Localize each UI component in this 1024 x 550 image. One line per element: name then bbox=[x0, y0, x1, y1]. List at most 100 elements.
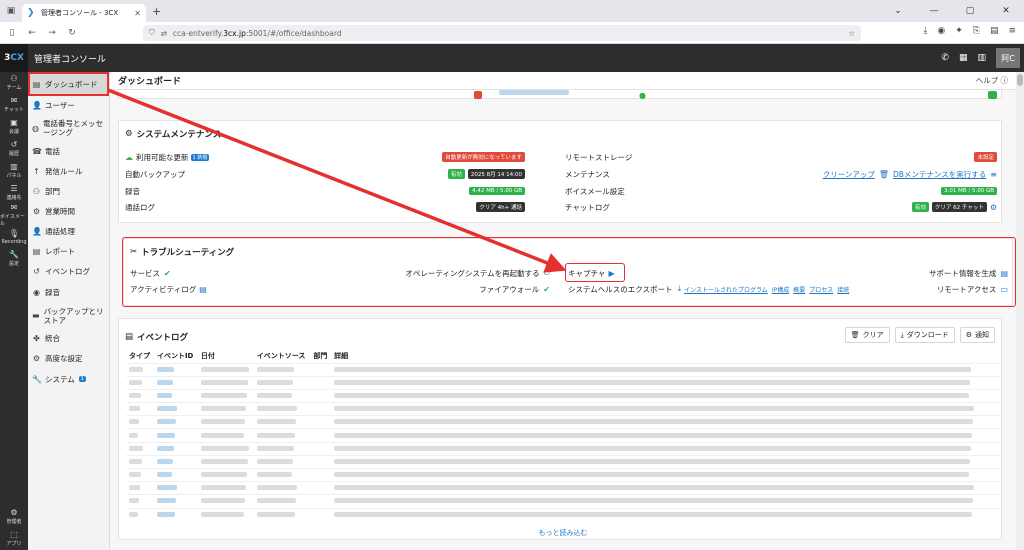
rail-item[interactable]: ▥ パネル bbox=[0, 160, 28, 182]
close-window-button[interactable]: ✕ bbox=[988, 6, 1024, 16]
redacted-value bbox=[334, 366, 972, 372]
sidebar-item-report[interactable]: ▤ レポート bbox=[28, 241, 109, 261]
table-row[interactable] bbox=[126, 362, 1000, 377]
load-more-link[interactable]: もっと読み込む bbox=[110, 528, 1016, 538]
chat-icon: ✉ bbox=[10, 96, 18, 105]
notify-button[interactable]: ⚙ 通知 bbox=[959, 327, 995, 343]
sidebar-item-arrow-up[interactable]: ↑ 発信ルール bbox=[28, 161, 109, 181]
clear-call-log-badge[interactable]: クリア 4h+ 通話 bbox=[476, 202, 525, 212]
sidebar-item-user[interactable]: 👤 ユーザー bbox=[28, 96, 109, 114]
reader-icon[interactable]: ▤ bbox=[990, 26, 999, 36]
download-button[interactable]: ⤓ ダウンロード bbox=[894, 327, 955, 343]
table-row[interactable] bbox=[126, 467, 1000, 482]
rail-item[interactable]: 🔧 設定 bbox=[0, 248, 28, 270]
column-header[interactable]: イベントID bbox=[154, 350, 198, 363]
status-link[interactable] bbox=[499, 90, 569, 95]
table-cell bbox=[310, 507, 332, 522]
maximize-button[interactable]: ▢ bbox=[952, 6, 988, 16]
table-cell bbox=[310, 362, 332, 377]
voicemail-usage-badge[interactable]: 3.01 MB / 5.00 GB bbox=[941, 187, 997, 195]
column-header[interactable]: 部門 bbox=[310, 350, 331, 363]
redacted-value bbox=[256, 406, 297, 412]
sidebar-item-puzzle[interactable]: ✤ 統合 bbox=[28, 329, 109, 348]
rail-item[interactable]: ⬚ アプリ bbox=[0, 528, 28, 550]
sidebar-item-history[interactable]: ↺ イベントログ bbox=[28, 261, 109, 282]
table-row[interactable] bbox=[126, 402, 1000, 416]
sidebar-item-phone[interactable]: ☎ 電話 bbox=[28, 142, 109, 161]
backup-enabled-badge[interactable]: 有効 bbox=[447, 169, 465, 179]
lock-icon[interactable]: ⇄ bbox=[161, 29, 167, 38]
rail-item[interactable]: ↺ 履歴 bbox=[0, 138, 28, 160]
sidebar-item-globe[interactable]: ◍ 電話番号とメッセージング bbox=[28, 114, 109, 142]
list-all-tabs-icon[interactable]: ⌄ bbox=[880, 6, 916, 16]
gear-icon[interactable]: ⚙ bbox=[990, 203, 997, 212]
sidebar-item-backup[interactable]: ▬ バックアップとリストア bbox=[28, 302, 109, 329]
clear-button[interactable]: 🗑 クリア bbox=[844, 327, 890, 343]
sidebar-item-advanced[interactable]: ⚙ 高度な設定 bbox=[28, 348, 109, 369]
minimize-button[interactable]: — bbox=[916, 6, 952, 16]
account-icon[interactable]: ◉ bbox=[937, 26, 945, 36]
new-tab-button[interactable]: + bbox=[152, 5, 161, 18]
app-menu-icon[interactable]: ≡ bbox=[1008, 26, 1016, 36]
rail-item[interactable]: 🎙 Recording bbox=[0, 226, 28, 248]
sidebar-item-group[interactable]: ⚇ 部門 bbox=[28, 181, 109, 201]
trash-icon[interactable]: 🗑 bbox=[879, 170, 889, 179]
book-icon[interactable]: ▥ bbox=[977, 53, 986, 63]
backup-time-badge[interactable]: 2025 8月 14 14:00 bbox=[467, 169, 525, 179]
table-row[interactable] bbox=[126, 454, 1000, 469]
reload-button[interactable]: ↻ bbox=[64, 28, 80, 38]
download-icon[interactable]: ⤓ bbox=[923, 26, 927, 36]
browser-menu-icon[interactable]: ▣ bbox=[0, 6, 22, 16]
browser-tab[interactable]: ❯ 管理者コンソール - 3CX ✕ bbox=[22, 4, 146, 22]
table-row[interactable] bbox=[126, 415, 1000, 429]
sidebar-item-wrench[interactable]: 🔧 システム 1 bbox=[28, 369, 109, 389]
cleanup-link[interactable]: クリーンアップ bbox=[823, 169, 875, 180]
cloud-download-icon: ☁ bbox=[125, 152, 133, 162]
rail-item[interactable]: ☰ 連絡先 bbox=[0, 182, 28, 204]
bookmark-star-icon[interactable]: ☆ bbox=[848, 29, 855, 38]
column-header[interactable]: 日付 bbox=[198, 350, 254, 363]
remote-storage-status[interactable]: 未設定 bbox=[974, 152, 997, 162]
chat-enabled-badge[interactable]: 有効 bbox=[911, 202, 929, 212]
column-header[interactable]: タイプ bbox=[126, 350, 154, 363]
rail-item[interactable]: ⚙ 管理者 bbox=[0, 506, 28, 528]
table-row[interactable] bbox=[126, 481, 1000, 495]
rail-item[interactable]: ⚇ チーム bbox=[0, 72, 28, 94]
clear-chat-badge[interactable]: クリア 62 チャット bbox=[931, 202, 987, 212]
shield-icon[interactable]: ⛉ bbox=[149, 28, 155, 38]
recording-usage-badge[interactable]: 4.42 MB / 5.00 GB bbox=[469, 187, 525, 195]
page-scrollbar[interactable] bbox=[1016, 72, 1024, 550]
user-avatar[interactable]: 阿C bbox=[996, 48, 1020, 68]
redacted-value bbox=[200, 432, 244, 438]
back-button[interactable]: ← bbox=[24, 28, 40, 38]
auto-update-status[interactable]: 自動更新が無効になっています bbox=[442, 152, 525, 162]
help-link[interactable]: ヘルプ ⓘ bbox=[976, 75, 1008, 86]
table-row[interactable] bbox=[126, 428, 1000, 443]
column-header[interactable]: イベントソース bbox=[254, 350, 311, 363]
extensions-icon[interactable]: ✦ bbox=[955, 26, 963, 36]
redacted-value bbox=[334, 379, 971, 385]
phone-icon[interactable]: ✆ bbox=[941, 53, 949, 63]
tab-close-icon[interactable]: ✕ bbox=[134, 9, 141, 18]
share-icon[interactable]: ⎘ bbox=[973, 26, 980, 36]
sidebar-item-person[interactable]: 👤 通話処理 bbox=[28, 221, 109, 241]
db-maintenance-link[interactable]: DBメンテナンスを実行する bbox=[893, 169, 986, 180]
sidebar-item-gear[interactable]: ⚙ 営業時間 bbox=[28, 201, 109, 221]
address-bar[interactable]: ⛉ ⇄ cca-entverify.3cx.jp:5001/#/office/d… bbox=[143, 25, 861, 41]
rail-item[interactable]: ✉ チャット bbox=[0, 94, 28, 116]
rail-item[interactable]: ▣ 会議 bbox=[0, 116, 28, 138]
sidebar-item-record[interactable]: ◉ 録音 bbox=[28, 282, 109, 302]
column-header[interactable]: 詳細 bbox=[331, 350, 1000, 363]
table-row[interactable] bbox=[126, 375, 1000, 390]
table-row[interactable] bbox=[126, 507, 1000, 522]
table-row[interactable] bbox=[126, 441, 1000, 456]
forward-button[interactable]: → bbox=[44, 28, 60, 38]
table-row[interactable] bbox=[126, 388, 1000, 403]
sidebar-toggle-icon[interactable]: ▯ bbox=[4, 28, 20, 38]
redacted-value bbox=[200, 406, 246, 412]
rail-item[interactable]: ✉ ボイスメール bbox=[0, 203, 28, 227]
database-icon[interactable]: ≡ bbox=[990, 170, 997, 179]
redacted-value bbox=[200, 379, 248, 385]
qr-code-icon[interactable]: ▦ bbox=[959, 53, 968, 63]
table-row[interactable] bbox=[126, 494, 1000, 509]
